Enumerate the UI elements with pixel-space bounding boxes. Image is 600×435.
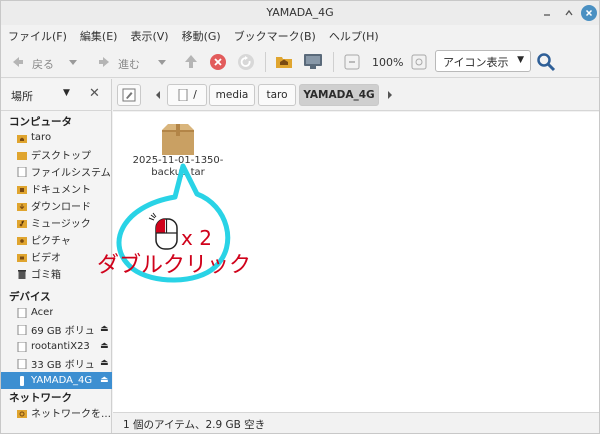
- mouse-icon: [148, 212, 178, 250]
- status-bar: 1 個のアイテム、2.9 GB 空き: [113, 412, 599, 433]
- double-click-caption: ダブルクリック: [97, 253, 252, 278]
- double-click-callout: [116, 163, 231, 283]
- status-text: 1 個のアイテム、2.9 GB 空き: [123, 419, 266, 431]
- file-manager-window: YAMADA_4G ファイル(F) 編集(E) 表示(V) 移動(G) ブックマ…: [0, 0, 600, 434]
